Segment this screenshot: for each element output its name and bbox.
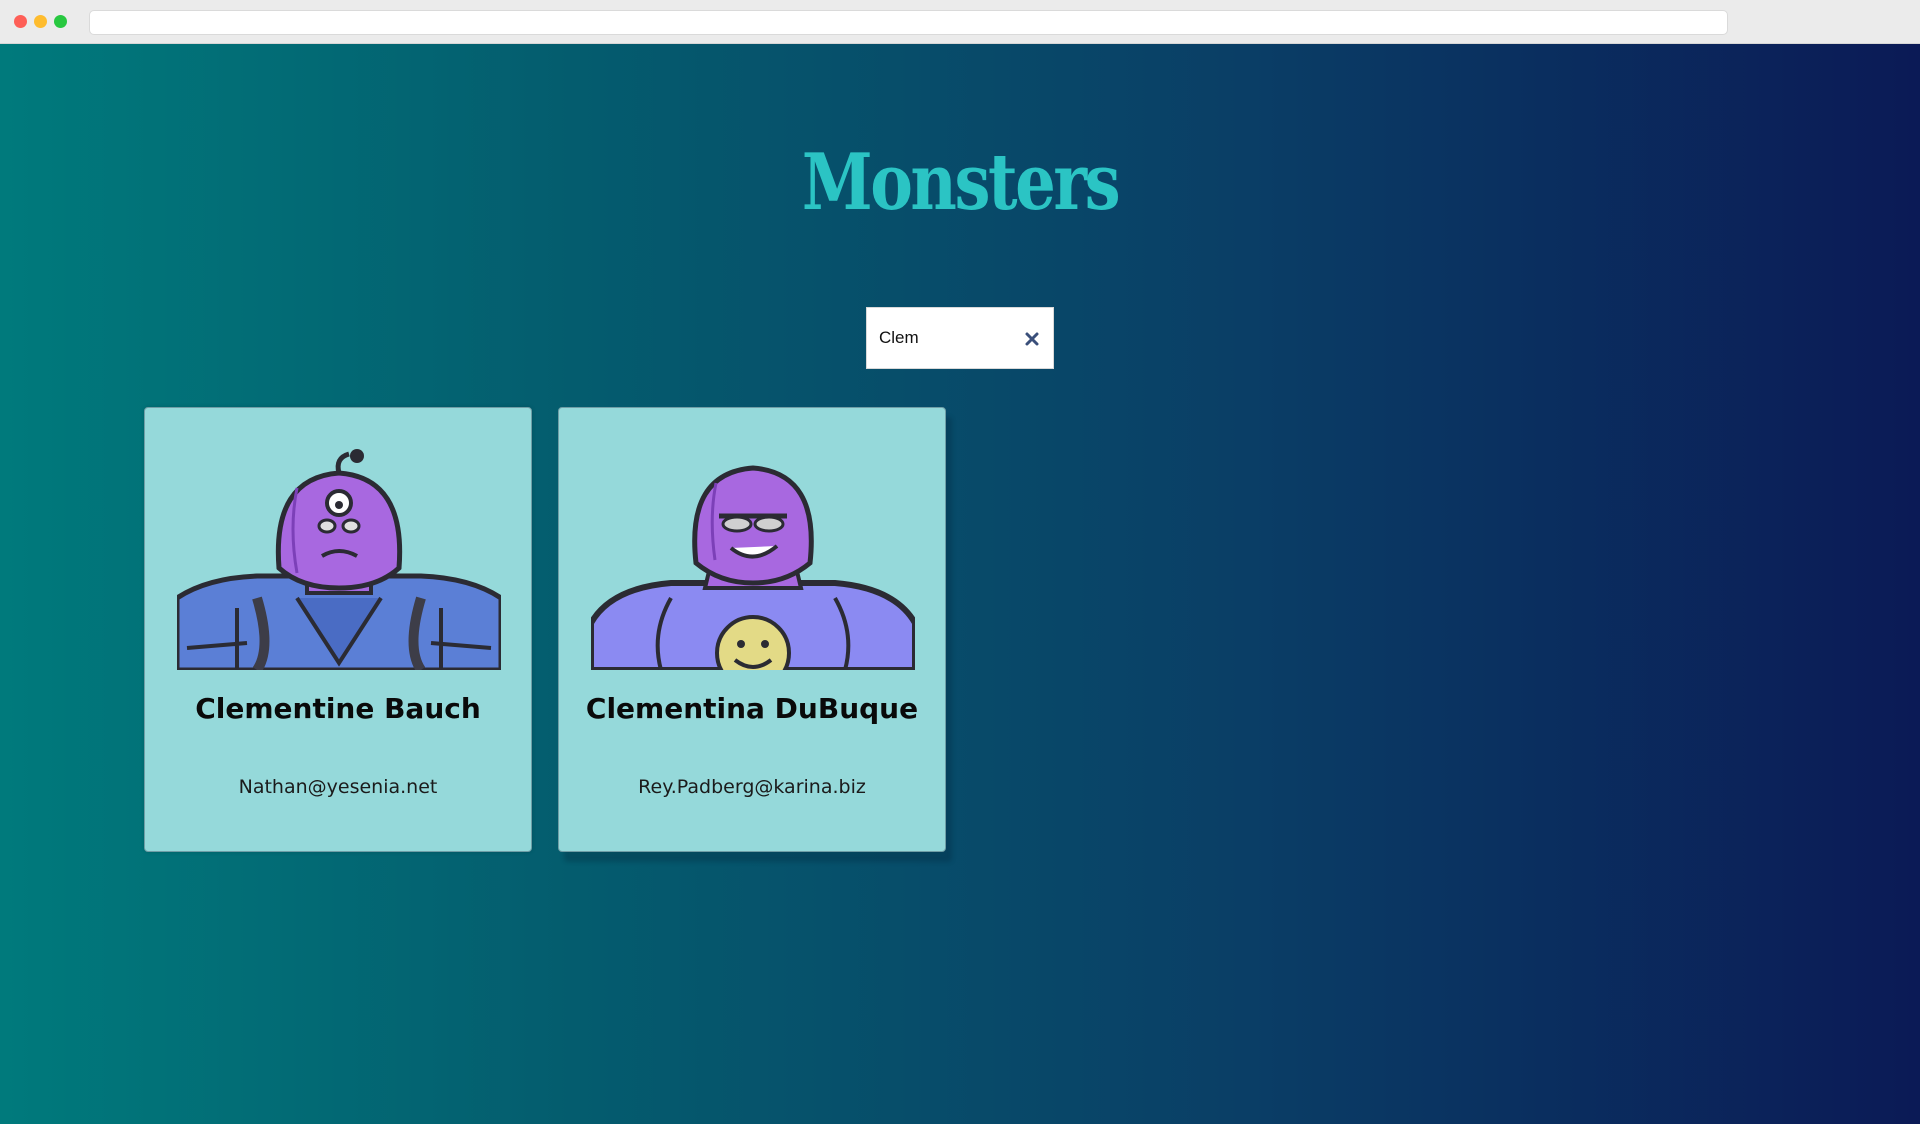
monster-card[interactable]: Clementina DuBuque Rey.Padberg@karina.bi…	[558, 407, 946, 852]
monster-email: Rey.Padberg@karina.biz	[638, 776, 866, 798]
window-minimize-button[interactable]	[34, 15, 47, 28]
window-close-button[interactable]	[14, 15, 27, 28]
monster-name: Clementina DuBuque	[585, 692, 919, 725]
page-content: Monsters Clem Clementine Bauch Nathan@ye…	[0, 44, 1920, 1124]
robot-monster-avatar	[177, 449, 501, 670]
address-bar[interactable]	[89, 10, 1728, 35]
page-title: Monsters	[801, 137, 1121, 228]
window-maximize-button[interactable]	[54, 15, 67, 28]
search-input[interactable]	[879, 308, 1009, 368]
monster-email: Nathan@yesenia.net	[238, 776, 438, 798]
close-icon[interactable]	[1023, 330, 1041, 348]
monster-name: Clementine Bauch	[195, 692, 481, 725]
search-box	[866, 307, 1054, 369]
browser-window-chrome	[0, 0, 1920, 44]
monster-card[interactable]: Clementine Bauch Nathan@yesenia.net	[144, 407, 532, 852]
robot-monster-avatar	[591, 465, 915, 670]
